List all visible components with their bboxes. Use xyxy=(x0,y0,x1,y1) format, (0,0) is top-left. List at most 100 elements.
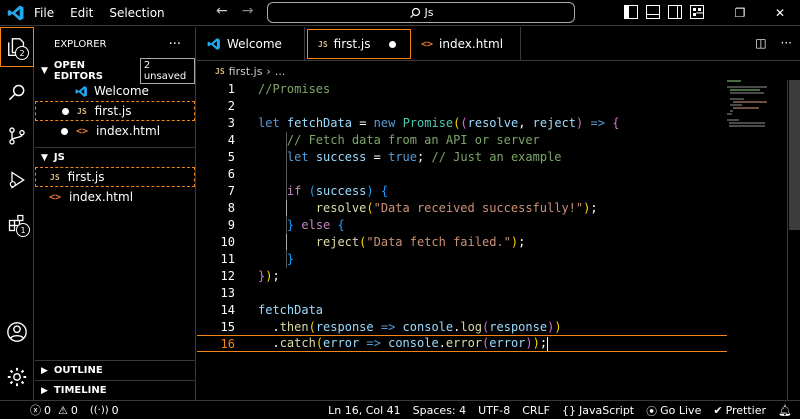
js-file-icon: JS xyxy=(77,106,87,116)
command-center-search[interactable]: Js xyxy=(267,2,575,23)
line-number: 10 xyxy=(220,234,235,249)
activity-explorer[interactable]: 2 xyxy=(0,27,34,67)
tab-indexhtml[interactable]: <> index.html xyxy=(411,27,521,61)
double-check-icon: ✔ xyxy=(713,404,723,417)
unsaved-dot-icon xyxy=(61,127,68,135)
toggle-panel-icon[interactable] xyxy=(646,5,660,19)
file-label: index.html xyxy=(69,190,134,204)
code-editor[interactable]: 1 //Promises 2 3 let fetchData = new Promi… xyxy=(197,80,800,400)
line-number: 7 xyxy=(227,183,235,198)
breadcrumb-rest[interactable]: ... xyxy=(275,65,286,78)
ports-count: 0 xyxy=(111,403,119,417)
ports-status[interactable]: ((·)) 0 xyxy=(90,404,119,417)
notifications-bell-icon[interactable]: 🔔︎ xyxy=(778,404,792,417)
encoding[interactable]: UTF-8 xyxy=(478,404,510,417)
tab-firstjs[interactable]: JS first.js xyxy=(307,29,411,59)
explorer-title: EXPLORER xyxy=(54,38,107,50)
activity-extensions[interactable]: 1 xyxy=(0,203,34,243)
minimize-icon[interactable]: ─ xyxy=(680,0,720,26)
more-actions-icon[interactable]: ··· xyxy=(781,36,792,50)
breadcrumb: JS first.js › ... xyxy=(197,62,285,80)
line-endings[interactable]: CRLF xyxy=(522,404,550,417)
file-firstjs[interactable]: JS first.js xyxy=(35,167,195,187)
back-arrow-icon[interactable]: ← xyxy=(216,3,228,19)
line-number: 5 xyxy=(227,149,235,164)
open-editor-firstjs[interactable]: JS first.js xyxy=(35,101,195,121)
line-code: //Promises xyxy=(258,81,331,96)
activity-bar: 2 1 xyxy=(0,27,34,400)
activity-manage[interactable] xyxy=(0,357,34,397)
indentation[interactable]: Spaces: 4 xyxy=(413,404,466,417)
folder-label: JS xyxy=(53,152,65,163)
code-line: 7 if (success) { xyxy=(197,182,727,199)
activity-source-control[interactable] xyxy=(0,116,34,156)
line-code: fetchData xyxy=(258,302,324,317)
split-editor-icon[interactable]: ◫ xyxy=(755,36,766,50)
forward-arrow-icon[interactable]: → xyxy=(242,3,254,19)
menu-edit[interactable]: Edit xyxy=(70,6,93,20)
open-editors-section[interactable]: ▼ OPEN EDITORS 2 unsaved xyxy=(35,58,195,84)
activity-run-debug[interactable] xyxy=(0,160,34,200)
unsaved-dot-icon xyxy=(62,107,69,115)
file-indexhtml[interactable]: <> index.html xyxy=(35,187,195,207)
open-editor-indexhtml[interactable]: <> index.html xyxy=(35,121,195,141)
open-editor-welcome[interactable]: Welcome xyxy=(35,81,195,101)
gear-icon xyxy=(7,367,27,387)
maximize-icon[interactable]: ❐ xyxy=(720,0,760,26)
code-line: 4 // Fetch data from an API or server xyxy=(197,131,727,148)
open-editor-label: Welcome xyxy=(94,84,149,98)
line-number: 13 xyxy=(220,285,235,300)
line-number: 9 xyxy=(227,217,235,232)
run-debug-icon xyxy=(9,171,25,189)
language-mode[interactable]: {} JavaScript xyxy=(562,404,634,417)
vscode-logo-icon xyxy=(0,0,32,26)
problems-status[interactable]: ⓧ 0 ⚠ 0 xyxy=(30,402,78,418)
broadcast-icon: ((·)) xyxy=(89,404,109,416)
outline-section[interactable]: ▶ OUTLINE xyxy=(35,360,196,380)
line-number: 14 xyxy=(220,302,235,317)
js-file-icon: JS xyxy=(318,39,328,49)
breadcrumb-file[interactable]: first.js xyxy=(229,65,263,78)
warning-icon: ⚠ xyxy=(58,403,68,417)
prettier-status[interactable]: ✔ Prettier xyxy=(713,404,766,417)
line-number: 6 xyxy=(227,166,235,181)
error-count: 0 xyxy=(44,403,51,417)
timeline-section[interactable]: ▶ TIMELINE xyxy=(35,380,196,400)
activity-accounts[interactable] xyxy=(0,312,34,352)
chevron-right-icon: ▶ xyxy=(41,365,48,376)
minimap[interactable] xyxy=(727,80,787,140)
file-label: first.js xyxy=(67,170,105,184)
warning-count: 0 xyxy=(70,403,78,417)
code-line: 3 let fetchData = new Promise((resolve, r… xyxy=(197,114,727,131)
code-line: 11 } xyxy=(197,250,727,267)
close-icon[interactable]: ✕ xyxy=(760,0,800,26)
line-code: reject("Data fetch failed."); xyxy=(315,234,526,249)
vscode-logo-icon xyxy=(207,38,220,50)
tab-welcome[interactable]: Welcome xyxy=(197,27,305,61)
activity-search[interactable] xyxy=(0,73,34,113)
html-file-icon: <> xyxy=(76,125,89,137)
scrollbar-thumb[interactable] xyxy=(789,80,800,230)
menu-selection[interactable]: Selection xyxy=(109,6,164,20)
line-code: .then(response => console.log(response)) xyxy=(272,319,562,334)
code-line: 1 //Promises xyxy=(197,80,727,97)
cursor-position[interactable]: Ln 16, Col 41 xyxy=(328,404,401,417)
html-file-icon: <> xyxy=(421,38,434,50)
timeline-label: TIMELINE xyxy=(53,385,107,396)
more-actions-icon[interactable]: ··· xyxy=(169,37,181,52)
line-number: 2 xyxy=(227,98,235,113)
code-line: 13 xyxy=(197,284,727,301)
toggle-primary-sidebar-icon[interactable] xyxy=(624,5,638,19)
editor-scrollbar[interactable] xyxy=(787,80,800,400)
menu-file[interactable]: File xyxy=(34,6,54,20)
folder-section[interactable]: ▼ JS xyxy=(35,147,195,167)
go-live-button[interactable]: ⦿ Go Live xyxy=(646,403,701,419)
extensions-badge: 1 xyxy=(16,223,30,237)
js-file-icon: JS xyxy=(215,66,225,76)
code-line: 14 fetchData xyxy=(197,301,727,318)
chevron-down-icon: ▼ xyxy=(41,66,48,76)
line-code: } xyxy=(286,251,295,266)
line-number: 3 xyxy=(227,115,235,130)
unsaved-dot-icon[interactable] xyxy=(388,40,396,48)
error-icon: ⓧ xyxy=(30,404,41,417)
